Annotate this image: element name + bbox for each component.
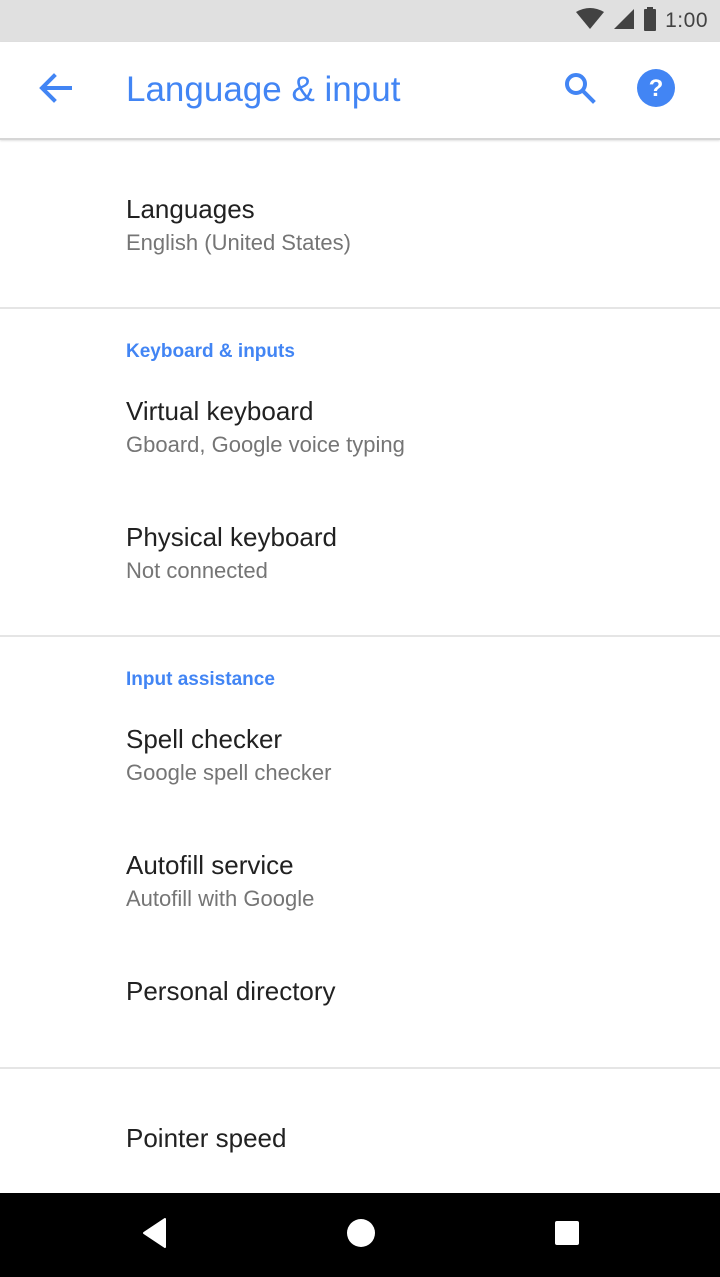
- pref-pointer-speed[interactable]: Pointer speed: [0, 1069, 720, 1193]
- help-button[interactable]: ?: [632, 66, 680, 114]
- status-time: 1:00: [665, 9, 708, 32]
- home-circle-icon: [346, 1218, 376, 1253]
- nav-recents-button[interactable]: [539, 1207, 595, 1263]
- nav-home-button[interactable]: [333, 1207, 389, 1263]
- divider: [0, 635, 720, 637]
- help-icon: ?: [636, 68, 676, 113]
- category-keyboard-inputs: Keyboard & inputs: [126, 341, 295, 362]
- pref-virtual-keyboard[interactable]: Virtual keyboard Gboard, Google voice ty…: [0, 370, 720, 496]
- pref-spell-checker[interactable]: Spell checker Google spell checker: [0, 698, 720, 824]
- pref-physical-keyboard[interactable]: Physical keyboard Not connected: [0, 496, 720, 622]
- pref-title: Languages: [126, 194, 255, 224]
- category-input-assistance: Input assistance: [126, 669, 275, 690]
- pref-autofill-service[interactable]: Autofill service Autofill with Google: [0, 824, 720, 950]
- wifi-icon: [575, 7, 605, 35]
- pref-summary: Google spell checker: [126, 760, 332, 785]
- pref-personal-directory[interactable]: Personal directory: [0, 950, 720, 1068]
- back-button[interactable]: [28, 67, 84, 113]
- page-title: Language & input: [126, 70, 401, 109]
- pref-title: Physical keyboard: [126, 522, 337, 552]
- status-bar: 1:00: [0, 0, 720, 42]
- battery-icon: [643, 6, 657, 36]
- navigation-bar: [0, 1193, 720, 1277]
- search-button[interactable]: [556, 66, 604, 114]
- pref-title: Spell checker: [126, 724, 283, 754]
- pref-title: Pointer speed: [126, 1123, 287, 1153]
- search-icon: [563, 71, 597, 110]
- back-triangle-icon: [141, 1217, 169, 1254]
- pref-summary: Autofill with Google: [126, 886, 315, 911]
- pref-title: Virtual keyboard: [126, 396, 314, 426]
- svg-text:?: ?: [649, 75, 664, 102]
- pref-summary: English (United States): [126, 230, 351, 255]
- divider: [0, 307, 720, 309]
- app-bar: Language & input ?: [0, 42, 720, 140]
- pref-title: Personal directory: [126, 976, 336, 1006]
- cell-signal-icon: [613, 8, 635, 35]
- pref-summary: Gboard, Google voice typing: [126, 432, 405, 457]
- pref-languages[interactable]: Languages English (United States): [0, 168, 720, 308]
- nav-back-button[interactable]: [127, 1207, 183, 1263]
- pref-title: Autofill service: [126, 850, 294, 880]
- pref-summary: Not connected: [126, 558, 268, 583]
- arrow-back-icon: [39, 72, 73, 108]
- recents-square-icon: [554, 1220, 580, 1251]
